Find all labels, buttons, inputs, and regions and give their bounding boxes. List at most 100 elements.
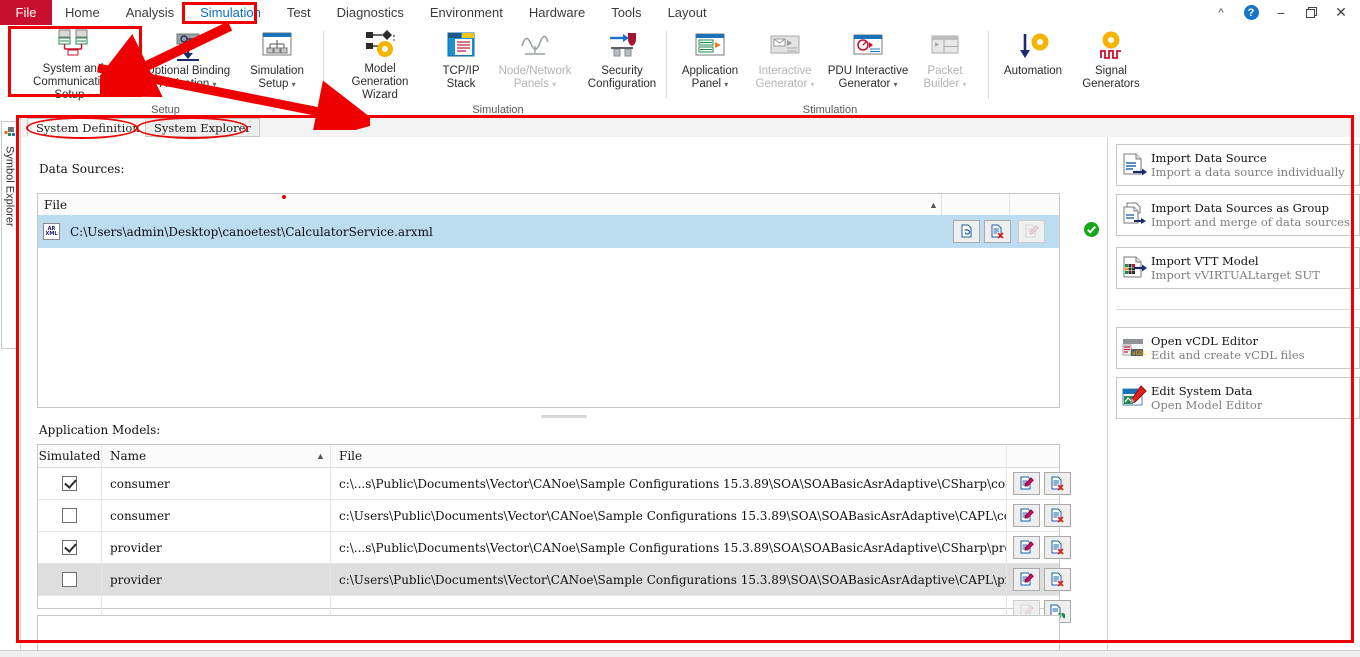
ribbon-button-pdu-interactive-generator[interactable]: PDU Interactive Generator ▾ bbox=[822, 25, 914, 101]
chevron-down-icon[interactable]: ▾ bbox=[552, 80, 556, 89]
tab-environment[interactable]: Environment bbox=[417, 0, 516, 25]
ribbon-group-label-simulation: Simulation bbox=[330, 104, 666, 116]
ribbon-button-label: Signal Generators bbox=[1082, 65, 1140, 91]
import-group-icon bbox=[1117, 202, 1151, 228]
ribbon-button-label: PDU Interactive Generator ▾ bbox=[828, 65, 909, 91]
data-source-status-badge bbox=[1083, 221, 1100, 243]
delete-model-button[interactable] bbox=[1044, 536, 1071, 559]
table-row[interactable]: provider c:\Users\Public\Documents\Vecto… bbox=[38, 564, 1059, 596]
action-import-data-source[interactable]: Import Data Source Import a data source … bbox=[1116, 144, 1360, 186]
action-subtitle: Open Model Editor bbox=[1151, 398, 1262, 412]
ribbon-button-node-network-panels[interactable]: Node/Network Panels ▾ bbox=[492, 25, 578, 101]
arxml-file-icon: ARXML bbox=[43, 223, 60, 240]
sort-arrow-icon: ▲ bbox=[929, 200, 938, 210]
delete-data-source-button[interactable] bbox=[984, 220, 1011, 243]
tab-tools[interactable]: Tools bbox=[598, 0, 654, 25]
restore-icon[interactable] bbox=[1296, 0, 1326, 25]
reload-data-source-button[interactable] bbox=[953, 220, 980, 243]
ribbon-button-automation[interactable]: Automation bbox=[995, 25, 1071, 101]
ribbon-button-security-configuration[interactable]: Security Configuration bbox=[578, 25, 666, 101]
column-header-file[interactable]: File bbox=[331, 445, 1007, 467]
simulated-checkbox[interactable] bbox=[62, 572, 77, 587]
chevron-down-icon[interactable]: ▾ bbox=[292, 80, 296, 89]
name-cell: provider bbox=[102, 564, 331, 595]
security-configuration-icon bbox=[603, 28, 641, 62]
interactive-generator-icon bbox=[767, 28, 803, 62]
tab-home[interactable]: Home bbox=[52, 0, 113, 25]
chevron-down-icon[interactable]: ▾ bbox=[88, 91, 92, 100]
tab-diagnostics[interactable]: Diagnostics bbox=[324, 0, 417, 25]
ribbon-button-model-generation-wizard[interactable]: Model Generation Wizard bbox=[330, 25, 430, 101]
action-open-vcdl-editor[interactable]: vCDL Open vCDL Editor Edit and create vC… bbox=[1116, 327, 1360, 369]
simulated-checkbox[interactable] bbox=[62, 508, 77, 523]
edit-data-source-button[interactable] bbox=[1018, 220, 1045, 243]
action-edit-system-data[interactable]: Edit System Data Open Model Editor bbox=[1116, 377, 1360, 419]
doc-tab-system-definition[interactable]: System Definition bbox=[27, 118, 149, 137]
tab-simulation[interactable]: Simulation bbox=[187, 0, 274, 25]
chevron-down-icon[interactable]: ▾ bbox=[213, 80, 217, 89]
ribbon-button-system-and-communication-setup[interactable]: System and Communication Setup ▾ bbox=[8, 25, 138, 101]
chevron-down-icon[interactable]: ▾ bbox=[963, 80, 967, 89]
name-cell: consumer bbox=[102, 468, 331, 499]
edit-model-button[interactable] bbox=[1013, 472, 1040, 495]
ribbon-button-optional-binding-activation[interactable]: Optional Binding Activation ▾ bbox=[138, 25, 238, 101]
tab-hardware[interactable]: Hardware bbox=[516, 0, 598, 25]
table-row[interactable]: provider c:\...s\Public\Documents\Vector… bbox=[38, 532, 1059, 564]
simulated-cell bbox=[38, 564, 102, 595]
close-icon[interactable]: ✕ bbox=[1326, 0, 1356, 25]
tab-test[interactable]: Test bbox=[274, 0, 324, 25]
ribbon-button-label: Interactive Generator ▾ bbox=[756, 65, 815, 91]
edit-model-button[interactable] bbox=[1013, 568, 1040, 591]
chevron-down-icon[interactable]: ▾ bbox=[810, 80, 814, 89]
ribbon-button-label: Optional Binding Activation ▾ bbox=[146, 65, 230, 91]
action-text: Import Data Source Import a data source … bbox=[1151, 151, 1345, 179]
ribbon-button-simulation-setup[interactable]: Simulation Setup ▾ bbox=[238, 25, 316, 101]
action-import-vtt-model[interactable]: Import VTT Model Import vVIRTUALtarget S… bbox=[1116, 247, 1360, 289]
ribbon-button-interactive-generator[interactable]: Interactive Generator ▾ bbox=[748, 25, 822, 101]
doc-tab-system-explorer[interactable]: System Explorer bbox=[145, 118, 260, 137]
tab-analysis[interactable]: Analysis bbox=[113, 0, 187, 25]
ribbon-button-packet-builder[interactable]: Packet Builder ▾ bbox=[914, 25, 976, 101]
chevron-down-icon[interactable]: ▾ bbox=[724, 80, 728, 89]
simulated-checkbox[interactable] bbox=[62, 540, 77, 555]
data-sources-title: Data Sources: bbox=[39, 162, 125, 176]
chevron-down-icon[interactable]: ▾ bbox=[893, 80, 897, 89]
column-header-name[interactable]: Name bbox=[102, 445, 331, 467]
column-header-actions bbox=[1007, 445, 1057, 467]
table-row[interactable]: consumer c:\Users\Public\Documents\Vecto… bbox=[38, 500, 1059, 532]
tcp-ip-stack-icon bbox=[444, 28, 478, 62]
window-controls: ^ ? − ✕ bbox=[1206, 0, 1356, 25]
ribbon-button-label: Packet Builder ▾ bbox=[923, 65, 966, 91]
delete-model-button[interactable] bbox=[1044, 472, 1071, 495]
ribbon-group-automation: Automation Signal Generators bbox=[995, 25, 1151, 103]
tab-file-label: File bbox=[16, 5, 37, 20]
ribbon-button-application-panel[interactable]: Application Panel ▾ bbox=[672, 25, 748, 101]
delete-model-button[interactable] bbox=[1044, 504, 1071, 527]
table-row[interactable]: consumer c:\...s\Public\Documents\Vector… bbox=[38, 468, 1059, 500]
tab-layout[interactable]: Layout bbox=[655, 0, 720, 25]
horizontal-splitter[interactable] bbox=[21, 413, 1106, 419]
column-header-simulated[interactable]: Simulated bbox=[38, 445, 102, 467]
action-subtitle: Import and merge of data sources bbox=[1151, 215, 1350, 229]
packet-builder-icon bbox=[928, 28, 962, 62]
ribbon-button-signal-generators[interactable]: Signal Generators bbox=[1071, 25, 1151, 101]
delete-model-button[interactable] bbox=[1044, 568, 1071, 591]
action-text: Import Data Sources as Group Import and … bbox=[1151, 201, 1350, 229]
data-source-row[interactable]: ARXML C:\Users\admin\Desktop\canoetest\C… bbox=[38, 215, 1059, 248]
collapse-ribbon-icon[interactable]: ^ bbox=[1206, 0, 1236, 25]
ribbon-button-tcp-ip-stack[interactable]: TCP/IP Stack bbox=[430, 25, 492, 101]
ribbon-group-simulation: Model Generation Wizard bbox=[330, 25, 666, 103]
edit-model-button[interactable] bbox=[1013, 536, 1040, 559]
minimize-icon[interactable]: − bbox=[1266, 0, 1296, 25]
column-header-file[interactable]: File bbox=[38, 194, 942, 215]
simulation-setup-icon bbox=[258, 28, 296, 62]
sidebar-tab-symbol-explorer[interactable]: Symbol Explorer bbox=[1, 121, 18, 349]
ribbon: System and Communication Setup ▾ bbox=[0, 25, 1360, 118]
action-import-data-sources-as-group[interactable]: Import Data Sources as Group Import and … bbox=[1116, 194, 1360, 236]
edit-model-button[interactable] bbox=[1013, 504, 1040, 527]
simulated-checkbox[interactable] bbox=[62, 476, 77, 491]
tab-file[interactable]: File bbox=[0, 0, 52, 25]
ribbon-group-stimulation: Application Panel ▾ Interactive bbox=[672, 25, 976, 103]
ribbon-group-label-stimulation: Stimulation bbox=[672, 104, 988, 116]
help-icon[interactable]: ? bbox=[1236, 0, 1266, 25]
